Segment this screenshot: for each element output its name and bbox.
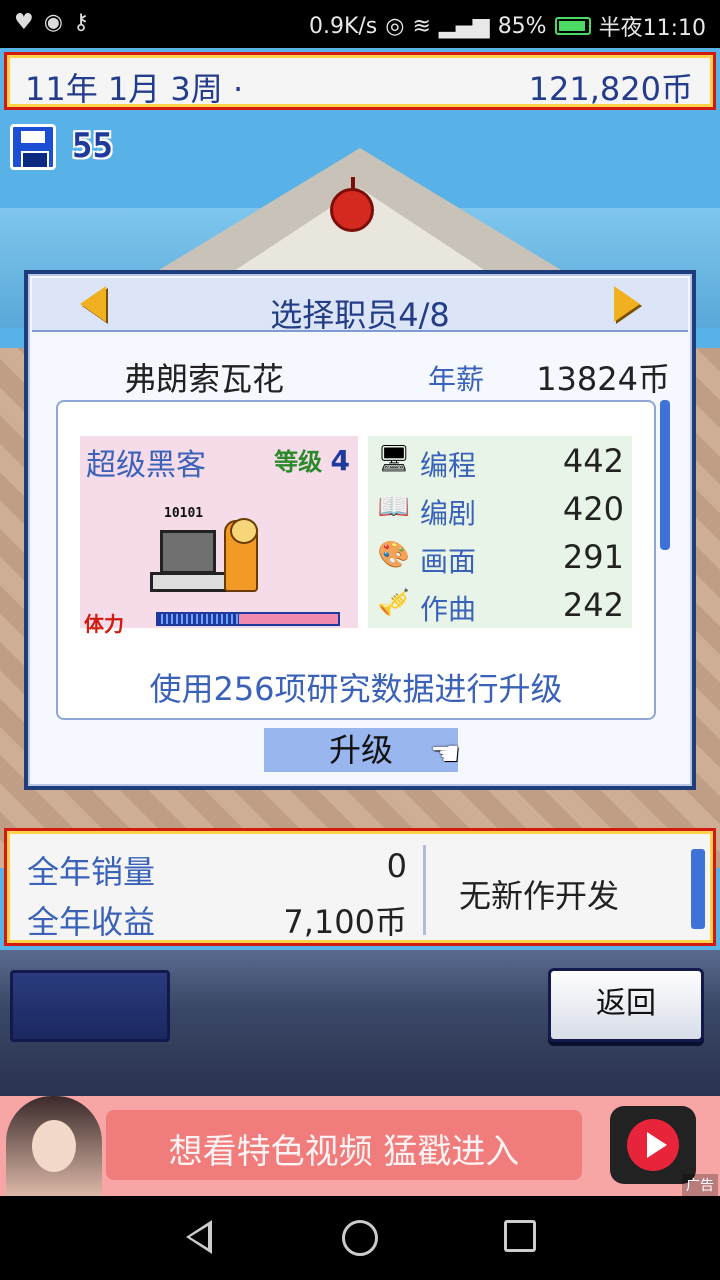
select-staff-dialog: 选择职员4/8 弗朗索瓦花 年薪 13824币 超级黑客 等级 4 10101 … <box>24 270 696 790</box>
annual-sales-value: 0 <box>386 847 407 885</box>
pointing-hand-icon: ☚ <box>430 734 461 774</box>
panel-scrollbar[interactable] <box>660 400 670 550</box>
summary-scrollbar[interactable] <box>691 849 705 929</box>
game-date: 11年 1月 3周 · <box>25 70 244 108</box>
staff-card: 超级黑客 等级 4 10101 体力 <box>80 436 358 636</box>
ad-tag: 广告 <box>682 1174 718 1196</box>
status-bar-system: 0.9K/s ◎ ≋ ▂▄▆ 85% 半夜11:10 <box>309 10 706 42</box>
staff-name: 弗朗索瓦花 <box>124 360 285 398</box>
play-icon[interactable] <box>610 1106 696 1184</box>
staff-detail-panel[interactable]: 超级黑客 等级 4 10101 体力 🖥 编程 442 📖 编剧 420 🎨 画… <box>56 400 656 720</box>
annual-sales-label: 全年销量 <box>27 853 156 891</box>
level-value: 4 <box>330 444 350 477</box>
ad-avatar <box>6 1096 102 1196</box>
stamina-label: 体力 <box>84 612 124 636</box>
nav-back-icon[interactable] <box>186 1220 212 1254</box>
stat-row-graphics: 🎨 画面 291 <box>368 532 632 580</box>
salary-value: 13824币 <box>536 360 670 398</box>
ad-banner[interactable]: 想看特色视频 猛戳进入 广告 <box>0 1096 720 1196</box>
job-title: 超级黑客 <box>86 448 206 483</box>
stamina-fill <box>158 614 239 624</box>
status-bar-notifications: ♥ ◉ ⚷ <box>14 10 89 35</box>
eye-icon: ◎ <box>385 13 405 39</box>
dialog-header: 选择职员4/8 <box>32 278 688 334</box>
level-label: 等级 <box>274 448 323 476</box>
stat-label: 画面 <box>420 545 477 578</box>
nav-home-icon[interactable] <box>342 1220 378 1256</box>
lower-control-panel: 返回 <box>0 950 720 1096</box>
navigation-bar <box>0 1196 720 1280</box>
heartbeat-icon: ♥ <box>14 10 34 35</box>
top-info-bar: 11年 1月 3周 · 121,820币 <box>4 52 716 110</box>
stat-label: 作曲 <box>420 593 477 626</box>
stat-row-sound: 🎺 作曲 242 <box>368 580 632 628</box>
salary-label: 年薪 <box>428 363 485 396</box>
empty-slot-button[interactable] <box>10 970 170 1042</box>
save-disk-icon[interactable] <box>10 124 56 170</box>
annual-sales-row: 全年销量 0 <box>27 847 407 893</box>
signal-icon: ▂▄▆ <box>438 13 490 39</box>
staff-character-icon <box>224 518 258 592</box>
script-book-icon: 📖 <box>377 492 411 522</box>
annual-revenue-label: 全年收益 <box>27 903 156 941</box>
status-bar: ♥ ◉ ⚷ 0.9K/s ◎ ≋ ▂▄▆ 85% 半夜11:10 <box>0 0 720 48</box>
next-staff-arrow-icon[interactable] <box>614 286 640 322</box>
dialog-title: 选择职员4/8 <box>270 296 450 334</box>
upgrade-button[interactable]: 升级 <box>264 728 458 772</box>
paint-palette-icon: 🎨 <box>377 540 411 570</box>
save-count: 55 <box>72 126 113 166</box>
battery-icon <box>554 17 591 35</box>
stat-row-programming: 🖥 编程 442 <box>368 436 632 484</box>
stat-label: 编程 <box>420 449 477 482</box>
level-badge: 等级 4 <box>274 442 350 477</box>
annual-revenue-row: 全年收益 7,100币 <box>27 897 407 943</box>
key-icon: ⚷ <box>72 10 90 35</box>
skill-stats: 🖥 编程 442 📖 编剧 420 🎨 画面 291 🎺 作曲 242 <box>368 436 632 628</box>
lantern-icon <box>330 177 374 232</box>
back-button[interactable]: 返回 <box>548 968 704 1042</box>
stat-label: 编剧 <box>420 497 477 530</box>
clock: 半夜11:10 <box>598 16 706 41</box>
development-status: 无新作开发 <box>459 877 620 915</box>
binary-digits: 10101 <box>164 506 204 521</box>
ad-text-box[interactable]: 想看特色视频 猛戳进入 <box>106 1110 582 1180</box>
nav-recents-icon[interactable] <box>504 1220 536 1252</box>
staff-portrait: 10101 <box>150 506 270 606</box>
upgrade-note: 使用256项研究数据进行升级 <box>149 670 563 708</box>
computer-icon: 🖥 <box>377 444 411 474</box>
net-speed: 0.9K/s <box>308 13 378 39</box>
desk-icon <box>150 572 230 592</box>
yearly-summary-panel: 全年销量 0 全年收益 7,100币 无新作开发 <box>4 828 716 946</box>
trumpet-icon: 🎺 <box>377 588 411 618</box>
summary-divider <box>423 845 426 935</box>
funds-display: 121,820币 <box>528 70 693 108</box>
stat-value: 242 <box>562 586 624 624</box>
stat-value: 442 <box>562 442 624 480</box>
headset-icon: ◉ <box>43 10 63 35</box>
battery-percent: 85% <box>497 13 547 39</box>
stat-value: 291 <box>562 538 624 576</box>
computer-monitor-icon <box>160 530 216 574</box>
ad-text: 想看特色视频 猛戳进入 <box>168 1132 520 1172</box>
stat-value: 420 <box>562 490 624 528</box>
wifi-icon: ≋ <box>412 13 431 39</box>
stat-row-scenario: 📖 编剧 420 <box>368 484 632 532</box>
stamina-bar <box>156 612 340 626</box>
annual-revenue-value: 7,100币 <box>283 903 407 941</box>
